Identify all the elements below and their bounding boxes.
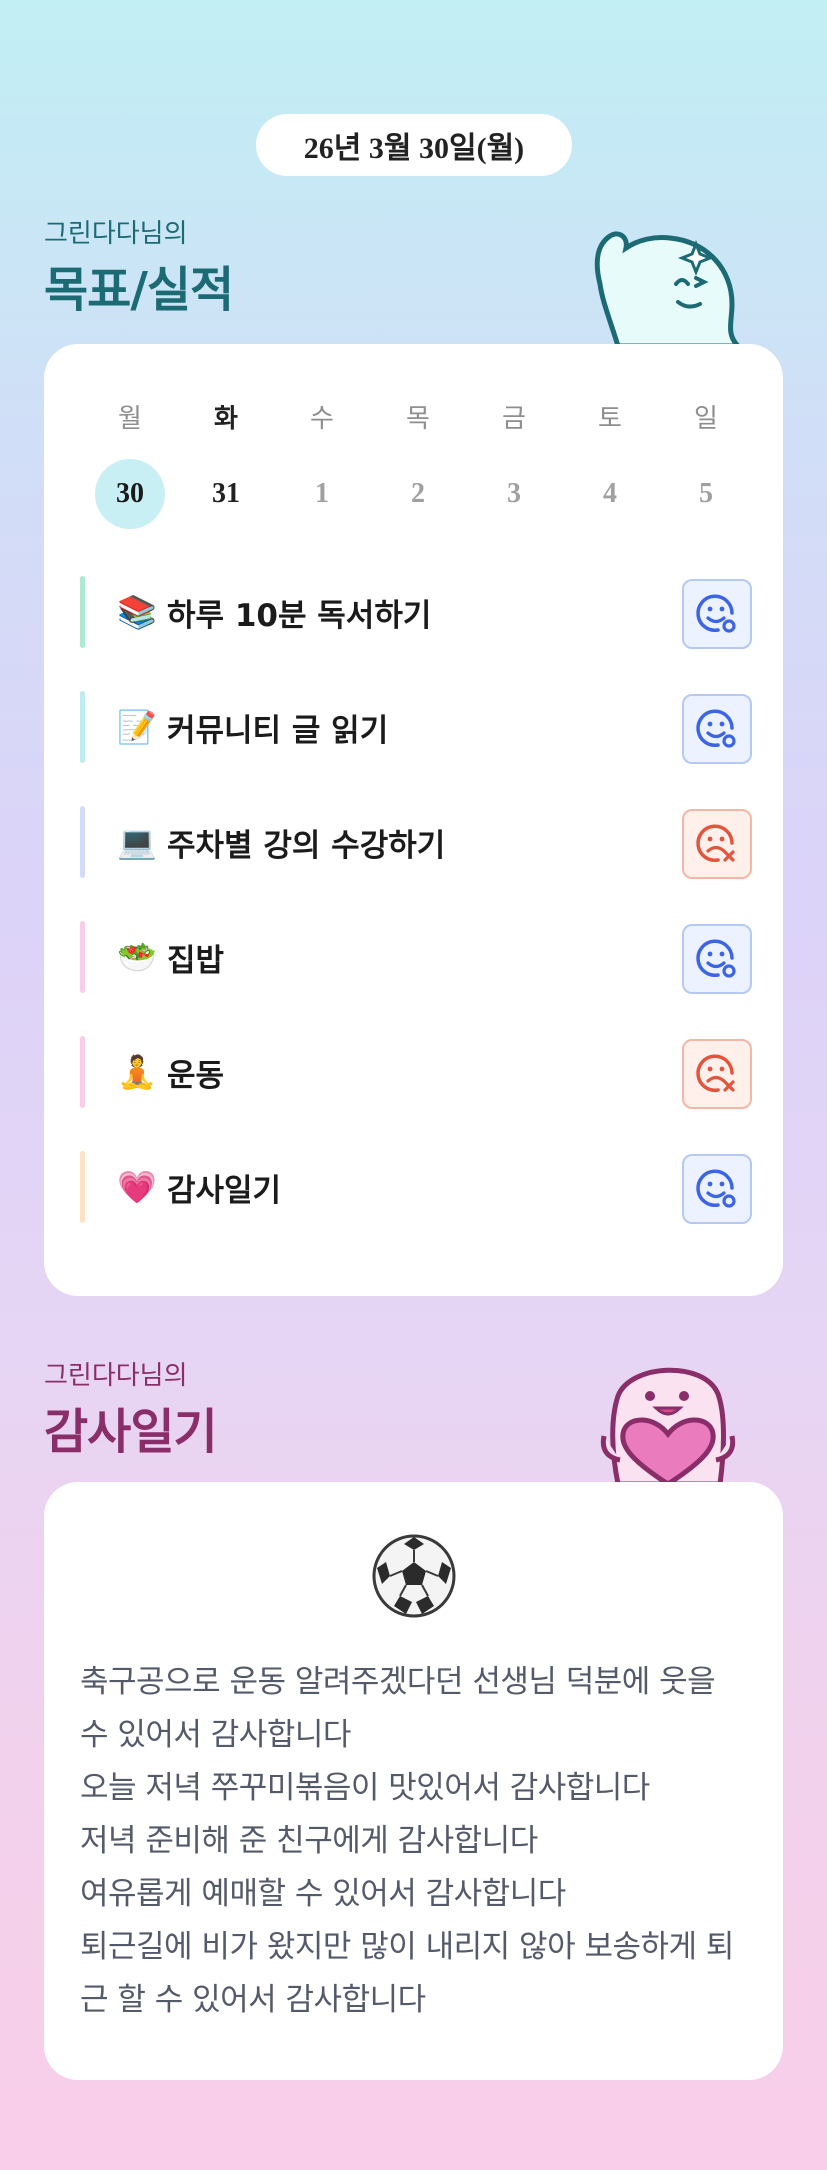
soccer-ball-icon	[372, 1534, 456, 1618]
day-label-sat: 토	[598, 403, 622, 434]
date-cell[interactable]: 3	[466, 458, 562, 530]
goal-label: 감사일기	[167, 1172, 282, 1209]
goal-emoji-icon: 💗	[117, 1168, 157, 1206]
status-done-icon[interactable]	[682, 1154, 752, 1224]
date-cell-today[interactable]: 31	[178, 458, 274, 530]
day-label-mon: 월	[118, 403, 142, 434]
status-failed-icon[interactable]	[682, 809, 752, 879]
goal-color-bar	[80, 576, 85, 648]
goal-label: 주차별 강의 수강하기	[167, 827, 446, 864]
goal-item[interactable]: 🥗 집밥	[80, 921, 752, 994]
status-done-icon[interactable]	[682, 579, 752, 649]
date-cell[interactable]: 1	[274, 458, 370, 530]
goal-item[interactable]: 📝 커뮤니티 글 읽기	[80, 691, 752, 764]
day-label-fri: 금	[502, 403, 526, 434]
goals-section-subtitle: 그린다다님의	[44, 219, 188, 249]
goal-label: 하루 10분 독서하기	[167, 597, 432, 634]
goal-label: 운동	[167, 1057, 225, 1094]
goal-emoji-icon: 📚	[117, 593, 157, 631]
date-cell[interactable]: 2	[370, 458, 466, 530]
goal-color-bar	[80, 691, 85, 763]
gratitude-section-subtitle: 그린다다님의	[44, 1361, 188, 1391]
gratitude-section-title: 감사일기	[44, 1404, 218, 1460]
goals-card: 월 화 수 목 금 토 일 30 31 1 2 3 4 5 📚 하루 10분 독서…	[44, 344, 783, 1296]
gratitude-text: 축구공으로 운동 알려주겠다던 선생님 덕분에 웃을 수 있어서 감사합니다 오…	[80, 1664, 734, 2018]
goal-item[interactable]: 💗 감사일기	[80, 1151, 752, 1224]
goal-label: 커뮤니티 글 읽기	[167, 712, 389, 749]
status-failed-icon[interactable]	[682, 1039, 752, 1109]
week-day-labels: 월 화 수 목 금 토 일	[82, 396, 754, 436]
day-label-tue: 화	[214, 403, 238, 434]
gratitude-card: 축구공으로 운동 알려주겠다던 선생님 덕분에 웃을 수 있어서 감사합니다 오…	[44, 1482, 783, 2080]
mascot-waving-icon	[594, 231, 742, 346]
goal-color-bar	[80, 1036, 85, 1108]
date-pill[interactable]: 26년 3월 30일(월)	[256, 114, 572, 176]
goal-emoji-icon: 📝	[117, 708, 157, 746]
goals-section-title: 목표/실적	[44, 262, 234, 318]
date-cell[interactable]: 4	[562, 458, 658, 530]
week-dates: 30 31 1 2 3 4 5	[82, 458, 754, 530]
status-done-icon[interactable]	[682, 924, 752, 994]
goal-emoji-icon: 🧘	[117, 1053, 157, 1091]
goal-item[interactable]: 🧘 운동	[80, 1036, 752, 1109]
goal-color-bar	[80, 1151, 85, 1223]
day-label-thu: 목	[406, 403, 430, 434]
date-cell-selected[interactable]: 30	[82, 458, 178, 530]
day-label-sun: 일	[694, 403, 718, 434]
date-cell[interactable]: 5	[658, 458, 754, 530]
goal-emoji-icon: 🥗	[117, 938, 157, 976]
mascot-heart-icon	[600, 1367, 736, 1484]
goal-label: 집밥	[167, 942, 225, 979]
goal-item[interactable]: 💻 주차별 강의 수강하기	[80, 806, 752, 879]
goal-emoji-icon: 💻	[117, 823, 157, 861]
status-done-icon[interactable]	[682, 694, 752, 764]
goal-item[interactable]: 📚 하루 10분 독서하기	[80, 576, 752, 649]
day-label-wed: 수	[310, 403, 334, 434]
goal-color-bar	[80, 921, 85, 993]
goal-color-bar	[80, 806, 85, 878]
